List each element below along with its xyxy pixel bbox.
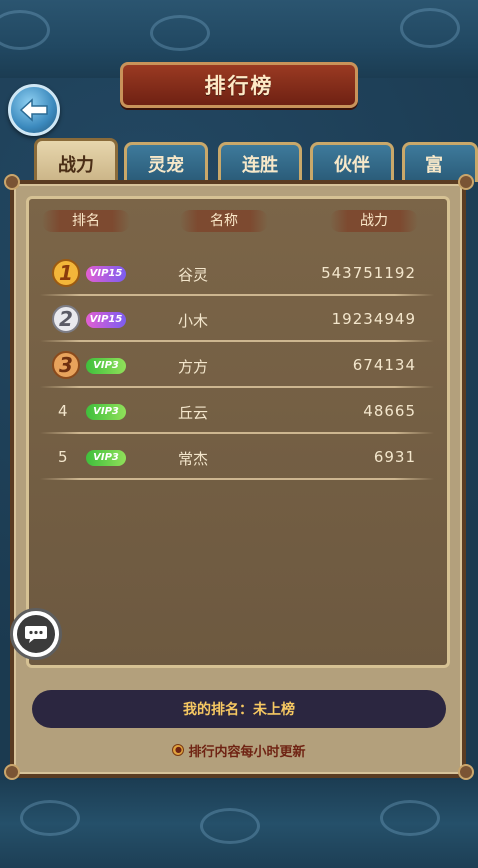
vip-badge: VIP15 <box>86 312 126 328</box>
tab-bar: 战力 灵宠 连胜 伙伴 富 <box>0 138 478 186</box>
tab-power[interactable]: 战力 <box>34 138 118 186</box>
player-name: 谷灵 <box>178 266 209 284</box>
corner-decoration <box>4 174 20 190</box>
player-power: 6931 <box>373 448 416 466</box>
vip-badge: VIP3 <box>86 450 126 466</box>
tab-label: 连胜 <box>242 154 278 176</box>
corner-decoration <box>458 174 474 190</box>
corner-decoration <box>458 764 474 780</box>
tab-label: 富 <box>425 154 443 176</box>
table-row[interactable]: 1 VIP15 谷灵 543751192 <box>40 252 434 296</box>
table-header: 排名 名称 战力 <box>40 210 440 234</box>
row-divider <box>40 340 434 342</box>
player-power: 674134 <box>352 356 416 374</box>
table-row[interactable]: 4 VIP3 丘云 48665 <box>40 390 434 434</box>
header-power: 战力 <box>330 210 418 232</box>
chat-bubble-icon <box>17 615 55 653</box>
player-name: 丘云 <box>178 404 209 422</box>
silver-medal-icon: 2 <box>50 304 82 334</box>
svg-text:3: 3 <box>59 353 73 377</box>
row-divider <box>40 432 434 434</box>
title-banner: 排行榜 <box>120 62 358 108</box>
row-divider <box>40 294 434 296</box>
vip-badge: VIP3 <box>86 358 126 374</box>
table-row[interactable]: 5 VIP3 常杰 6931 <box>40 436 434 480</box>
player-name: 常杰 <box>178 450 209 468</box>
chat-button[interactable] <box>10 608 62 660</box>
tab-label: 伙伴 <box>334 154 370 176</box>
header-name: 名称 <box>180 210 268 232</box>
cloud-decoration <box>200 808 260 844</box>
rank-number: 5 <box>58 448 68 466</box>
tab-label: 战力 <box>58 154 94 176</box>
player-power: 19234949 <box>331 310 416 328</box>
my-rank-bar: 我的排名：未上榜 <box>32 690 446 728</box>
table-row[interactable]: 2 VIP15 小木 19234949 <box>40 298 434 342</box>
svg-text:2: 2 <box>59 307 73 331</box>
cloud-decoration <box>20 800 80 836</box>
gold-medal-icon: 1 <box>50 258 82 288</box>
corner-decoration <box>4 764 20 780</box>
rank-number: 4 <box>58 402 68 420</box>
player-name: 小木 <box>178 312 209 330</box>
tab-label: 灵宠 <box>148 154 184 176</box>
tab-win-streak[interactable]: 连胜 <box>218 142 302 182</box>
tab-pet[interactable]: 灵宠 <box>124 142 208 182</box>
cloud-decoration <box>380 800 440 836</box>
row-divider <box>40 478 434 480</box>
info-icon: ● <box>172 744 185 756</box>
cloud-decoration <box>150 15 210 51</box>
cloud-decoration <box>400 8 460 48</box>
update-note: ● 排行内容每小时更新 <box>0 740 478 760</box>
back-button[interactable] <box>8 84 60 136</box>
player-name: 方方 <box>178 358 209 376</box>
row-divider <box>40 386 434 388</box>
player-power: 543751192 <box>321 264 416 282</box>
page-title: 排行榜 <box>204 74 274 98</box>
vip-badge: VIP3 <box>86 404 126 420</box>
table-row[interactable]: 3 VIP3 方方 674134 <box>40 344 434 388</box>
update-note-text: 排行内容每小时更新 <box>188 744 306 760</box>
bronze-medal-icon: 3 <box>50 350 82 380</box>
back-arrow-icon <box>19 98 48 122</box>
tab-partner[interactable]: 伙伴 <box>310 142 394 182</box>
player-power: 48665 <box>363 402 416 420</box>
header-rank: 排名 <box>42 210 130 232</box>
vip-badge: VIP15 <box>86 266 126 282</box>
my-rank-text: 我的排名：未上榜 <box>183 702 295 718</box>
svg-text:1: 1 <box>59 261 73 285</box>
